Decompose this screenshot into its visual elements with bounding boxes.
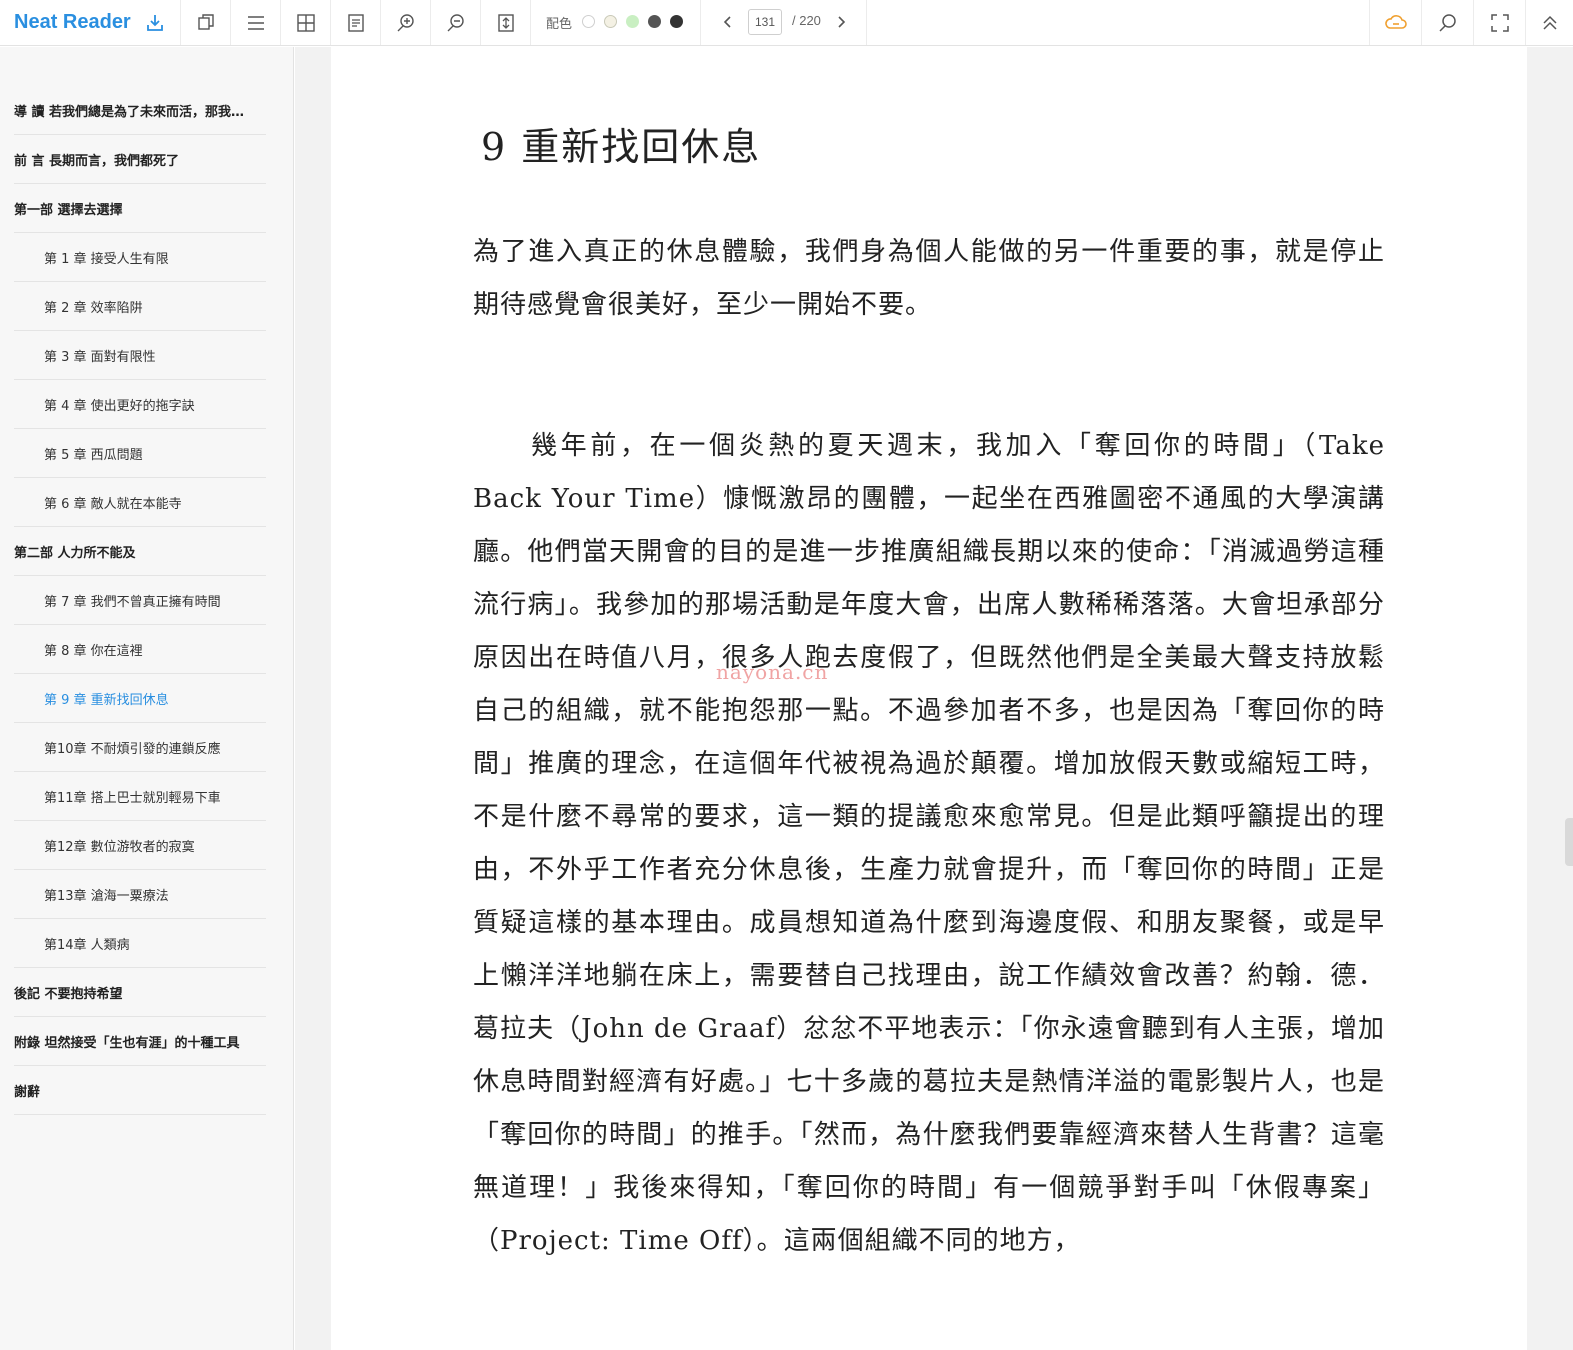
chapter-title: 9 重新找回休息 (481, 125, 762, 169)
toc-item-label: 第 5 章 西瓜問題 (44, 447, 143, 463)
watermark: nayona.cn (716, 660, 829, 684)
toc-item-label: 第10章 不耐煩引發的連鎖反應 (44, 741, 221, 757)
toc-item[interactable]: 第 3 章 面對有限性 (14, 331, 266, 380)
toc-item[interactable]: 第 6 章 敵人就在本能寺 (14, 478, 266, 527)
toc-item[interactable]: 後記 不要抱持希望 (14, 968, 266, 1017)
paragraph-2: 幾年前，在一個炎熱的夏天週末，我加入「奪回你的時間」（Take Back You… (473, 431, 1385, 1256)
toc-item-label: 第 8 章 你在這裡 (44, 643, 143, 659)
collapse-up-icon[interactable] (1525, 0, 1573, 45)
toc-item-label: 第 2 章 效率陷阱 (44, 300, 143, 316)
chevron-left-icon[interactable] (716, 10, 740, 34)
toc-item[interactable]: 附錄 坦然接受「生也有涯」的十種工具 (14, 1017, 266, 1066)
grid-icon[interactable] (280, 0, 330, 45)
toc-item-label: 第 7 章 我們不曾真正擁有時間 (44, 594, 221, 610)
toc-item-label: 第13章 滄海一粟療法 (44, 888, 169, 904)
toc-item-label: 第 3 章 面對有限性 (44, 349, 156, 365)
swatch-green[interactable] (626, 15, 639, 28)
toc-item[interactable]: 第一部 選擇去選擇 (14, 184, 266, 233)
toc-item-label: 附錄 坦然接受「生也有涯」的十種工具 (14, 1035, 240, 1051)
toc-item-label: 第 4 章 使出更好的拖字訣 (44, 398, 195, 414)
toc-item[interactable]: 第12章 數位游牧者的寂寞 (14, 821, 266, 870)
toc-item[interactable]: 第 4 章 使出更好的拖字訣 (14, 380, 266, 429)
notes-icon[interactable] (330, 0, 380, 45)
cloud-icon[interactable] (1369, 0, 1421, 45)
swatch-cream[interactable] (604, 15, 617, 28)
toc-item[interactable]: 前 言 長期而言，我們都死了 (14, 135, 266, 184)
toc-item[interactable]: 謝辭 (14, 1066, 266, 1115)
page-total: / 220 (792, 13, 821, 28)
toc-item[interactable]: 第14章 人類病 (14, 919, 266, 968)
swatch-white[interactable] (582, 15, 595, 28)
menu-icon[interactable] (230, 0, 280, 45)
swatch-dark[interactable] (670, 15, 683, 28)
toc-item-label: 第 9 章 重新找回休息 (44, 692, 169, 708)
toc-item[interactable]: 第11章 搭上巴士就別輕易下車 (14, 772, 266, 821)
toc-item-label: 第 6 章 敵人就在本能寺 (44, 496, 182, 512)
toc-item-label: 第14章 人類病 (44, 937, 130, 953)
toc-sidebar: 導 讀 若我們總是為了未來而活，那我… 前 言 長期而言，我們都死了 第一部 選擇去… (0, 47, 294, 1350)
toc-item-label: 前 言 長期而言，我們都死了 (14, 153, 180, 169)
toc-item-label: 後記 不要抱持希望 (14, 986, 123, 1002)
toc-item[interactable]: 第二部 人力所不能及 (14, 527, 266, 576)
zoom-out-icon[interactable] (430, 0, 480, 45)
toc-item-label: 第二部 人力所不能及 (14, 545, 136, 561)
toc-item[interactable]: 第 1 章 接受人生有限 (14, 233, 266, 282)
copy-icon[interactable] (180, 0, 230, 45)
fit-height-icon[interactable] (480, 0, 530, 45)
toc-item[interactable]: 第 7 章 我們不曾真正擁有時間 (14, 576, 266, 625)
chevron-right-icon[interactable] (829, 10, 853, 34)
swatch-gray[interactable] (648, 15, 661, 28)
page-number-input[interactable]: 131 (748, 9, 782, 35)
toc-item[interactable]: 第 2 章 效率陷阱 (14, 282, 266, 331)
toc-item-label: 第一部 選擇去選擇 (14, 202, 123, 218)
toc-item[interactable]: 第 8 章 你在這裡 (14, 625, 266, 674)
toolbar: Neat Reader 配色 131 / 220 (0, 0, 1573, 46)
toc-item[interactable]: 第13章 滄海一粟療法 (14, 870, 266, 919)
toc-item-label: 謝辭 (14, 1084, 41, 1100)
toc-item-label: 第 1 章 接受人生有限 (44, 251, 169, 267)
app-brand[interactable]: Neat Reader (14, 0, 131, 45)
toc-item-label: 導 讀 若我們總是為了未來而活，那我… (14, 104, 245, 120)
toc-item-label: 第11章 搭上巴士就別輕易下車 (44, 790, 221, 806)
import-icon[interactable] (144, 12, 166, 34)
toc-item[interactable]: 第 5 章 西瓜問題 (14, 429, 266, 478)
search-icon[interactable] (1421, 0, 1473, 45)
toc-item[interactable]: 第 9 章 重新找回休息 (14, 674, 266, 723)
zoom-in-icon[interactable] (380, 0, 430, 45)
toc-item[interactable]: 導 讀 若我們總是為了未來而活，那我… (14, 86, 266, 135)
side-panel-handle[interactable] (1565, 818, 1573, 866)
toc-item[interactable]: 第10章 不耐煩引發的連鎖反應 (14, 723, 266, 772)
color-scheme-label: 配色 (546, 17, 573, 32)
toc-item-label: 第12章 數位游牧者的寂寞 (44, 839, 195, 855)
paragraph-1: 為了進入真正的休息體驗，我們身為個人能做的另一件重要的事，就是停止期待感覺會很美… (473, 237, 1385, 320)
fullscreen-icon[interactable] (1473, 0, 1525, 45)
